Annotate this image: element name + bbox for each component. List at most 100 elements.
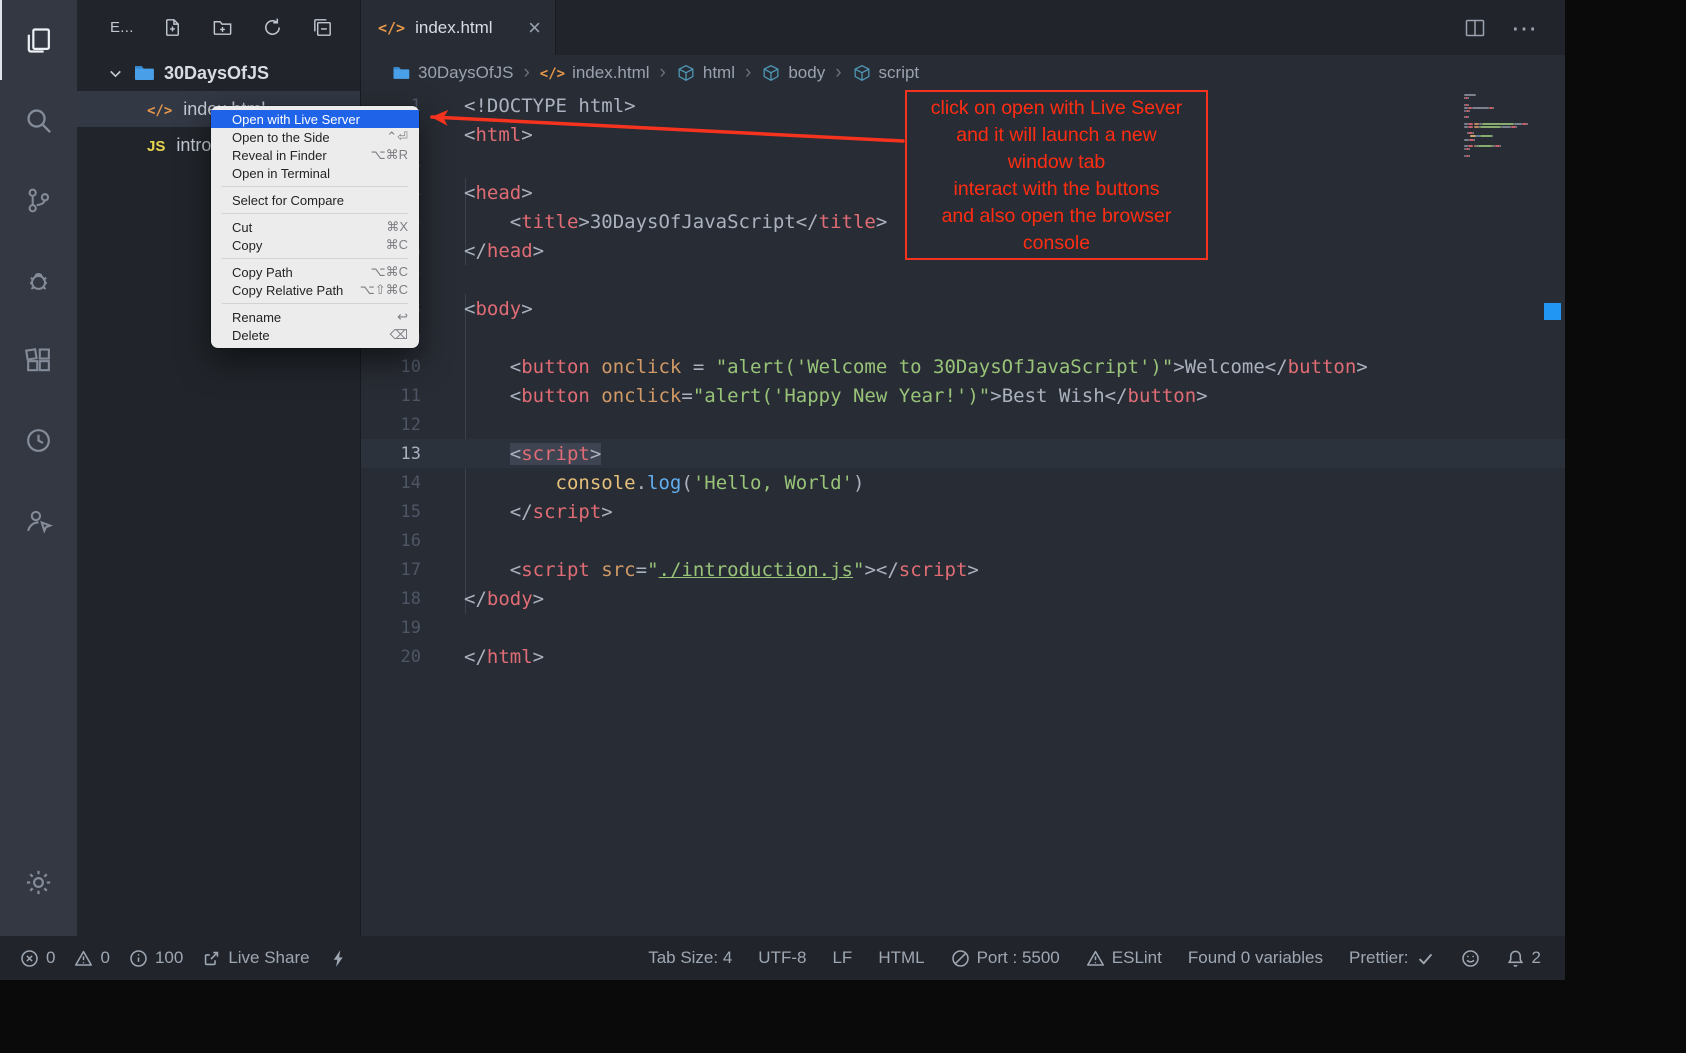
code-line-9[interactable]: 9 — [361, 323, 1565, 352]
new-folder-button[interactable] — [211, 16, 234, 39]
menu-item-open-to-the-side[interactable]: Open to the Side⌃⏎ — [211, 128, 419, 146]
menu-item-reveal-in-finder[interactable]: Reveal in Finder⌥⌘R — [211, 146, 419, 164]
line-number: 10 — [361, 357, 421, 377]
code-text: <button onclick = "alert('Welcome to 30D… — [464, 356, 1368, 378]
code-line-19[interactable]: 19 — [361, 613, 1565, 642]
status-errors[interactable]: 0 — [20, 948, 55, 968]
menu-item-select-for-compare[interactable]: Select for Compare — [211, 191, 419, 209]
activity-settings[interactable] — [0, 842, 77, 922]
activity-extensions[interactable] — [0, 320, 77, 400]
menu-item-copy-relative-path[interactable]: Copy Relative Path⌥⇧⌘C — [211, 281, 419, 299]
minimap[interactable] — [1464, 94, 1536, 158]
status-prettier[interactable]: Prettier: — [1349, 948, 1435, 968]
status-label: ESLint — [1112, 948, 1162, 968]
split-editor-icon[interactable] — [1463, 16, 1487, 40]
status-feedback[interactable] — [1461, 949, 1480, 968]
code-text: <!DOCTYPE html> — [464, 95, 636, 117]
code-line-14[interactable]: 14 console.log('Hello, World') — [361, 468, 1565, 497]
status-variables[interactable]: Found 0 variables — [1188, 948, 1323, 968]
tree-folder-30daysofjs[interactable]: 30DaysOfJS — [77, 55, 360, 91]
menu-item-rename[interactable]: Rename↩ — [211, 308, 419, 326]
status-port[interactable]: Port : 5500 — [951, 948, 1060, 968]
status-label: 100 — [155, 948, 183, 968]
code-line-11[interactable]: 11 <button onclick="alert('Happy New Yea… — [361, 381, 1565, 410]
status-notifications[interactable]: 2 — [1506, 948, 1541, 968]
code-line-7[interactable]: 7 — [361, 265, 1565, 294]
status-eslint[interactable]: ESLint — [1086, 948, 1162, 968]
breadcrumb-separator: › — [659, 62, 667, 84]
status-encoding[interactable]: UTF-8 — [758, 948, 806, 968]
menu-item-copy-path[interactable]: Copy Path⌥⌘C — [211, 263, 419, 281]
breadcrumb-html[interactable]: html — [676, 63, 735, 83]
menu-separator — [222, 213, 408, 214]
menu-item-cut[interactable]: Cut ⌘X — [211, 218, 419, 236]
status-live-share[interactable]: Live Share — [202, 948, 309, 968]
activity-explorer[interactable] — [0, 0, 77, 80]
code-line-10[interactable]: 10 <button onclick = "alert('Welcome to … — [361, 352, 1565, 381]
code-line-13[interactable]: 13 <script> — [361, 439, 1565, 468]
breadcrumb-script[interactable]: script — [852, 63, 920, 83]
code-line-18[interactable]: 18</body> — [361, 584, 1565, 613]
more-actions-icon[interactable]: ⋯ — [1511, 15, 1539, 41]
activity-source-control[interactable] — [0, 160, 77, 240]
tab-index-html[interactable]: </> index.html × — [361, 0, 556, 55]
menu-item-shortcut: ⌥⇧⌘C — [360, 282, 408, 298]
sidebar-actions — [161, 16, 334, 39]
menu-item-label: Copy — [232, 238, 262, 253]
activity-history[interactable] — [0, 400, 77, 480]
code-line-8[interactable]: 8<body> — [361, 294, 1565, 323]
activity-bar-items — [0, 0, 77, 560]
menu-item-label: Open to the Side — [232, 130, 330, 145]
scrollbar-marker[interactable] — [1544, 303, 1561, 320]
line-number: 19 — [361, 618, 421, 638]
code-line-16[interactable]: 16 — [361, 526, 1565, 555]
status-info-count[interactable]: 100 — [129, 948, 183, 968]
tree-folder-label: 30DaysOfJS — [164, 63, 269, 84]
menu-item-open-with-live-server[interactable]: Open with Live Server — [211, 110, 419, 128]
menu-item-label: Cut — [232, 220, 252, 235]
code-text: </script> — [464, 501, 613, 523]
code-text: <script> — [464, 443, 601, 465]
annotation-text-line: click on open with Live Sever — [907, 95, 1206, 122]
line-number: 14 — [361, 473, 421, 493]
menu-item-copy[interactable]: Copy⌘C — [211, 236, 419, 254]
menu-item-shortcut: ↩ — [397, 309, 408, 325]
code-line-12[interactable]: 12 — [361, 410, 1565, 439]
status-label: Live Share — [228, 948, 309, 968]
status-eol[interactable]: LF — [832, 948, 852, 968]
breadcrumb-index-html[interactable]: </>index.html — [540, 63, 650, 83]
status-quick-action[interactable] — [329, 949, 348, 968]
info-icon — [129, 949, 148, 968]
live-share-icon — [23, 505, 54, 536]
folder-icon — [391, 63, 411, 83]
annotation-text-line: interact with the buttons — [907, 176, 1206, 203]
status-tab-size[interactable]: Tab Size: 4 — [648, 948, 732, 968]
code-line-20[interactable]: 20</html> — [361, 642, 1565, 671]
menu-item-shortcut: ⌘X — [386, 219, 408, 235]
breadcrumb-30daysofjs[interactable]: 30DaysOfJS — [391, 63, 513, 83]
close-icon[interactable]: × — [528, 17, 541, 39]
code-line-17[interactable]: 17 <script src="./introduction.js"></scr… — [361, 555, 1565, 584]
breadcrumb-body[interactable]: body — [761, 63, 825, 83]
activity-search[interactable] — [0, 80, 77, 160]
folder-icon — [132, 61, 156, 85]
menu-item-shortcut: ⌥⌘R — [371, 147, 408, 163]
collapse-all-button[interactable] — [311, 16, 334, 39]
menu-item-delete[interactable]: Delete⌫ — [211, 326, 419, 344]
refresh-button[interactable] — [261, 16, 284, 39]
status-warnings[interactable]: 0 — [74, 948, 109, 968]
breadcrumb-label: html — [703, 63, 735, 83]
breadcrumb: 30DaysOfJS›</>index.html›html›body›scrip… — [361, 55, 1565, 91]
status-language-mode[interactable]: HTML — [878, 948, 924, 968]
status-bar: 00 100 Live Share Tab Size: 4 UTF-8 LF HTML Po… — [0, 936, 1565, 980]
html-file-icon: </> — [378, 18, 405, 38]
new-file-icon — [161, 16, 184, 39]
smiley-icon — [1461, 949, 1480, 968]
activity-run-and-debug[interactable] — [0, 240, 77, 320]
menu-separator — [222, 303, 408, 304]
menu-item-open-in-terminal[interactable]: Open in Terminal — [211, 164, 419, 182]
tab-bar: </> index.html × ⋯ — [361, 0, 1565, 55]
new-file-button[interactable] — [161, 16, 184, 39]
activity-live-share[interactable] — [0, 480, 77, 560]
code-line-15[interactable]: 15 </script> — [361, 497, 1565, 526]
